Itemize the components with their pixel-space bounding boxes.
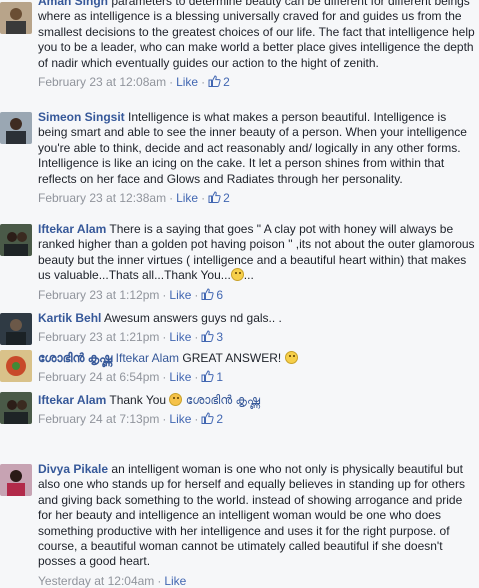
like-count-value: 1 (216, 370, 224, 385)
comment-author[interactable]: ശോഭിൻ കൃഷ്ണ (38, 351, 112, 365)
smiley-emoji-icon (230, 268, 244, 282)
comment-meta: February 23 at 1:12pm · Like · 6 (38, 287, 224, 302)
comment-meta: February 23 at 1:21pm · Like · 3 (38, 330, 224, 345)
avatar[interactable] (0, 2, 32, 34)
like-count[interactable]: 1 (201, 370, 223, 384)
comment-text: parameters to determine beauty can be di… (38, 0, 475, 70)
comment-timestamp[interactable]: February 23 at 12:38am (38, 191, 166, 205)
like-count[interactable]: 2 (208, 75, 230, 89)
thumbs-up-icon (201, 370, 215, 383)
comment-timestamp[interactable]: February 23 at 1:12pm (38, 288, 159, 302)
comment-meta: February 23 at 12:38am · Like · 2 (38, 191, 230, 206)
avatar[interactable] (0, 112, 32, 144)
comment-meta: Yesterday at 12:04am · Like (38, 573, 187, 588)
like-count[interactable]: 3 (201, 330, 223, 344)
avatar[interactable] (0, 350, 32, 382)
comment-author[interactable]: Iftekar Alam (38, 393, 106, 407)
comment-feed: Aman Singh parameters to determine beaut… (0, 0, 479, 588)
like-count-value: 6 (216, 287, 224, 302)
like-count[interactable]: 2 (201, 412, 223, 426)
comment-timestamp[interactable]: Yesterday at 12:04am (38, 574, 154, 588)
thumbs-up-icon (208, 75, 221, 88)
comment-author[interactable]: Simeon Singsit (38, 110, 125, 124)
comment-meta: February 24 at 7:13pm · Like · 2 (38, 412, 224, 427)
like-button[interactable]: Like (176, 191, 198, 205)
thumbs-up-icon (208, 191, 221, 204)
like-count-value: 3 (216, 330, 224, 345)
avatar[interactable] (0, 313, 32, 345)
like-button[interactable]: Like (164, 574, 186, 588)
like-count-value: 2 (216, 412, 224, 427)
like-count-value: 2 (223, 191, 230, 206)
thumbs-up-icon (201, 288, 215, 300)
avatar[interactable] (0, 392, 32, 424)
comment-author[interactable]: Divya Pikale (38, 462, 108, 476)
like-button[interactable]: Like (169, 330, 191, 344)
comment-text: Awesum answers guys nd gals.. . (104, 311, 282, 325)
comment-text: GREAT ANSWER! (182, 351, 282, 365)
like-button[interactable]: Like (169, 412, 191, 426)
comment-author[interactable]: Kartik Behl (38, 311, 101, 325)
comment-meta: February 24 at 6:54pm · Like · 1 (38, 370, 224, 385)
tongue-emoji-icon (169, 393, 183, 406)
avatar[interactable] (0, 464, 32, 496)
comment-timestamp[interactable]: February 23 at 12:08am (38, 75, 166, 89)
comment-timestamp[interactable]: February 23 at 1:21pm (38, 330, 159, 344)
like-count-value: 2 (223, 75, 230, 90)
comment-text: Thank You (109, 393, 167, 407)
thumbs-up-icon (201, 330, 215, 343)
comment-text-tail: ... (243, 268, 254, 283)
avatar[interactable] (0, 224, 32, 256)
mention-link[interactable]: Iftekar Alam (116, 351, 179, 365)
comment-meta: February 23 at 12:08am · Like · 2 (38, 75, 230, 90)
thumbs-up-icon (201, 412, 215, 425)
comment-author[interactable]: Iftekar Alam (38, 222, 106, 236)
comment-timestamp[interactable]: February 24 at 7:13pm (38, 412, 159, 426)
comment-timestamp[interactable]: February 24 at 6:54pm (38, 370, 159, 384)
mention-link[interactable]: ശോഭിൻ കൃഷ്ണ (186, 393, 260, 407)
like-button[interactable]: Like (169, 370, 191, 384)
comment-text: an intelligent woman is one who not only… (38, 462, 465, 569)
like-count[interactable]: 6 (201, 288, 223, 302)
like-count[interactable]: 2 (208, 191, 230, 205)
comment-author[interactable]: Aman Singh (38, 0, 108, 8)
like-button[interactable]: Like (169, 288, 191, 302)
like-button[interactable]: Like (176, 75, 198, 89)
smiley-emoji-icon (284, 351, 298, 364)
